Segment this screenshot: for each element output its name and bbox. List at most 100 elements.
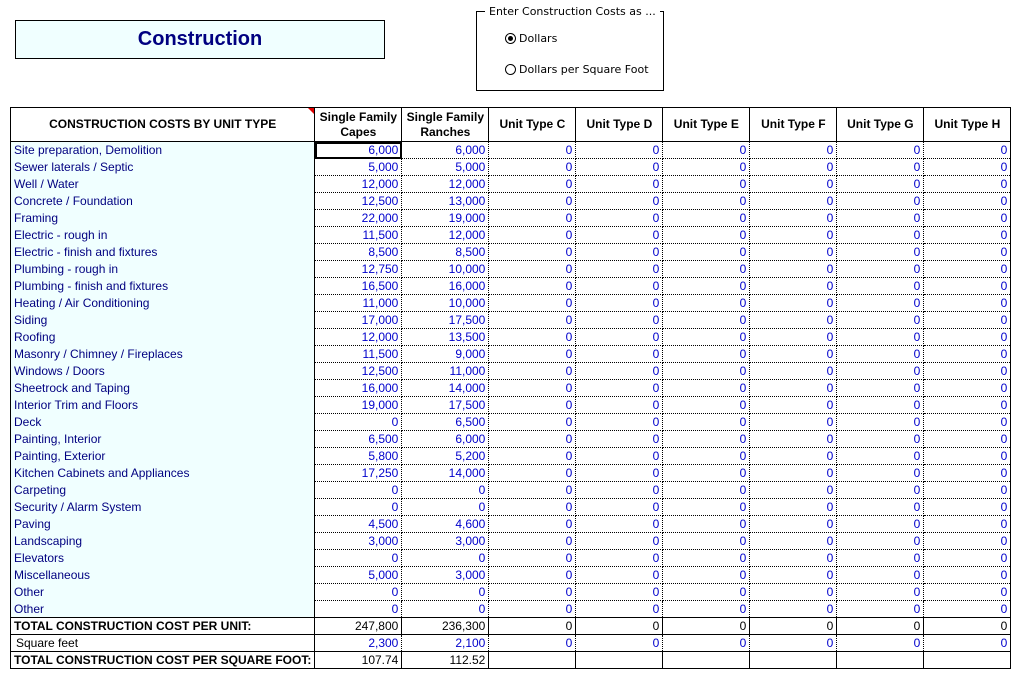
cost-input-cell[interactable]: 0 xyxy=(749,447,838,465)
cost-input-cell[interactable]: 0 xyxy=(575,600,664,618)
cost-input-cell[interactable]: 0 xyxy=(662,141,751,159)
cost-input-cell[interactable]: 0 xyxy=(575,430,664,448)
cost-input-cell[interactable]: 0 xyxy=(749,141,838,159)
row-label[interactable]: Sewer laterals / Septic xyxy=(9,158,316,176)
cost-input-cell[interactable]: 0 xyxy=(923,481,1012,499)
cost-input-cell[interactable]: 0 xyxy=(836,328,925,346)
cost-input-cell[interactable]: 0 xyxy=(662,260,751,278)
cost-input-cell[interactable]: 0 xyxy=(836,464,925,482)
cost-input-cell[interactable]: 8,500 xyxy=(401,243,490,261)
cost-input-cell[interactable]: 0 xyxy=(488,566,577,584)
cost-input-cell[interactable]: 0 xyxy=(575,481,664,499)
cost-input-cell[interactable]: 0 xyxy=(749,226,838,244)
cost-input-cell[interactable]: 0 xyxy=(314,498,403,516)
cost-input-cell[interactable]: 0 xyxy=(488,498,577,516)
cost-input-cell[interactable]: 13,000 xyxy=(401,192,490,210)
cost-input-cell[interactable]: 0 xyxy=(836,566,925,584)
cost-input-cell[interactable]: 0 xyxy=(836,277,925,295)
cost-input-cell[interactable]: 12,750 xyxy=(314,260,403,278)
cost-input-cell[interactable]: 0 xyxy=(749,192,838,210)
cost-input-cell[interactable]: 0 xyxy=(749,566,838,584)
cost-input-cell[interactable]: 0 xyxy=(836,498,925,516)
cost-input-cell[interactable]: 0 xyxy=(836,294,925,312)
cost-input-cell[interactable]: 12,000 xyxy=(401,226,490,244)
cost-input-cell[interactable]: 17,500 xyxy=(401,396,490,414)
cost-input-cell[interactable]: 14,000 xyxy=(401,379,490,397)
row-label[interactable]: Well / Water xyxy=(9,175,316,193)
cost-input-cell[interactable]: 3,000 xyxy=(314,532,403,550)
cost-input-cell[interactable]: 0 xyxy=(575,209,664,227)
row-label[interactable]: Other xyxy=(9,583,316,601)
cost-input-cell[interactable]: 0 xyxy=(923,192,1012,210)
cost-input-cell[interactable]: 0 xyxy=(749,498,838,516)
cost-input-cell[interactable]: 0 xyxy=(749,294,838,312)
cost-input-cell[interactable]: 11,000 xyxy=(401,362,490,380)
cost-input-cell[interactable]: 4,500 xyxy=(314,515,403,533)
cost-input-cell[interactable]: 17,500 xyxy=(401,311,490,329)
cost-input-cell[interactable]: 0 xyxy=(575,413,664,431)
cost-input-cell[interactable]: 0 xyxy=(488,226,577,244)
radio-unselected-icon[interactable] xyxy=(505,64,516,75)
cost-input-cell[interactable]: 12,000 xyxy=(314,328,403,346)
cost-input-cell[interactable]: 14,000 xyxy=(401,464,490,482)
cost-input-cell[interactable]: 0 xyxy=(923,600,1012,618)
row-label[interactable]: Windows / Doors xyxy=(9,362,316,380)
square-feet-row-value[interactable]: 0 xyxy=(749,634,838,652)
cost-input-cell[interactable]: 0 xyxy=(401,549,490,567)
cost-input-cell[interactable]: 0 xyxy=(314,583,403,601)
cost-input-cell[interactable]: 0 xyxy=(488,243,577,261)
cost-input-cell[interactable]: 5,000 xyxy=(314,158,403,176)
cost-input-cell[interactable]: 0 xyxy=(749,583,838,601)
cost-input-cell[interactable]: 19,000 xyxy=(314,396,403,414)
cost-input-cell[interactable]: 0 xyxy=(662,447,751,465)
cost-input-cell[interactable]: 0 xyxy=(923,311,1012,329)
cost-input-cell[interactable]: 0 xyxy=(923,464,1012,482)
cost-input-cell[interactable]: 0 xyxy=(488,209,577,227)
cost-input-cell[interactable]: 0 xyxy=(314,600,403,618)
cost-input-cell[interactable]: 5,000 xyxy=(314,566,403,584)
cost-input-cell[interactable]: 0 xyxy=(923,515,1012,533)
cost-input-cell[interactable]: 0 xyxy=(749,175,838,193)
cost-input-cell[interactable]: 0 xyxy=(314,413,403,431)
cost-input-cell[interactable]: 0 xyxy=(836,430,925,448)
cost-input-cell[interactable]: 0 xyxy=(923,396,1012,414)
cost-input-cell[interactable]: 9,000 xyxy=(401,345,490,363)
cost-input-cell[interactable]: 0 xyxy=(488,175,577,193)
cost-input-cell[interactable]: 0 xyxy=(836,583,925,601)
cost-input-cell[interactable]: 0 xyxy=(749,379,838,397)
cost-input-cell[interactable]: 0 xyxy=(749,396,838,414)
cost-input-cell[interactable]: 0 xyxy=(575,175,664,193)
square-feet-row-value[interactable]: 0 xyxy=(923,634,1012,652)
cost-input-cell[interactable]: 0 xyxy=(662,192,751,210)
cost-input-cell[interactable]: 0 xyxy=(923,362,1012,380)
cost-input-cell[interactable]: 5,800 xyxy=(314,447,403,465)
square-feet-row-value[interactable]: 0 xyxy=(836,634,925,652)
row-label[interactable]: Electric - finish and fixtures xyxy=(9,243,316,261)
radio-selected-icon[interactable] xyxy=(505,33,516,44)
cost-input-cell[interactable]: 0 xyxy=(749,413,838,431)
cost-input-cell[interactable]: 0 xyxy=(488,600,577,618)
row-label[interactable]: Carpeting xyxy=(9,481,316,499)
cost-input-cell[interactable]: 0 xyxy=(575,532,664,550)
cost-input-cell[interactable]: 0 xyxy=(662,481,751,499)
cost-input-cell[interactable]: 0 xyxy=(575,345,664,363)
cost-input-cell[interactable]: 0 xyxy=(575,583,664,601)
cost-input-cell[interactable]: 0 xyxy=(401,481,490,499)
row-label[interactable]: Paving xyxy=(9,515,316,533)
row-label[interactable]: Plumbing - rough in xyxy=(9,260,316,278)
cost-input-cell[interactable]: 4,600 xyxy=(401,515,490,533)
row-label[interactable]: Siding xyxy=(9,311,316,329)
cost-input-cell[interactable]: 0 xyxy=(836,362,925,380)
cost-input-cell[interactable]: 0 xyxy=(575,498,664,516)
cost-input-cell[interactable]: 0 xyxy=(575,243,664,261)
cost-input-cell[interactable]: 0 xyxy=(836,515,925,533)
cost-input-cell[interactable]: 12,000 xyxy=(401,175,490,193)
cost-input-cell[interactable]: 0 xyxy=(749,328,838,346)
cost-input-cell[interactable]: 0 xyxy=(836,158,925,176)
row-label[interactable]: Site preparation, Demolition xyxy=(9,141,316,159)
radio-dollars[interactable]: Dollars xyxy=(505,32,557,45)
cost-input-cell[interactable]: 0 xyxy=(314,481,403,499)
cost-input-cell[interactable]: 0 xyxy=(836,141,925,159)
row-label[interactable]: Kitchen Cabinets and Appliances xyxy=(9,464,316,482)
cost-input-cell[interactable]: 0 xyxy=(836,413,925,431)
